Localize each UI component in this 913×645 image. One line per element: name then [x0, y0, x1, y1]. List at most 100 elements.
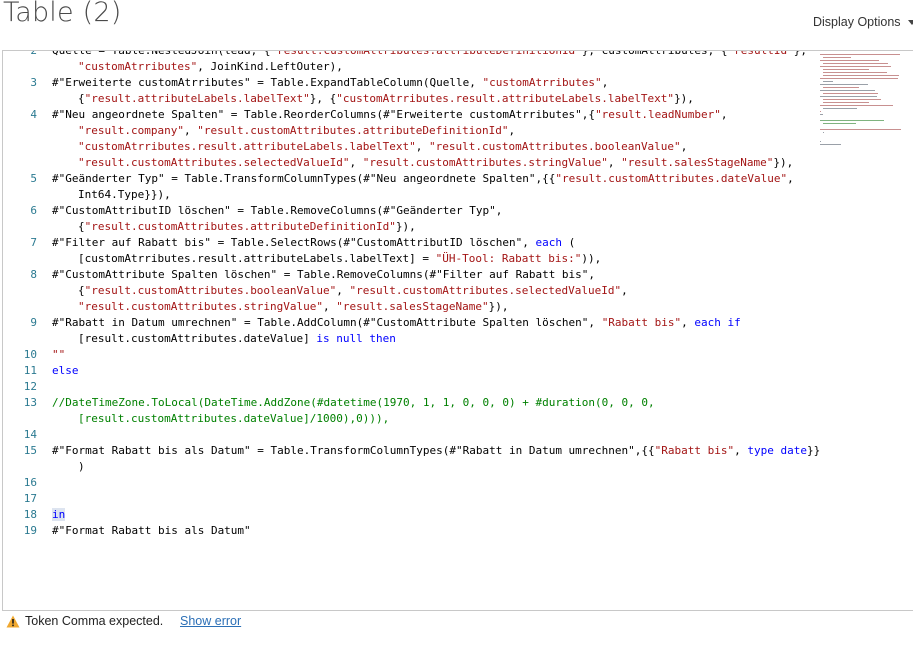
minimap-line: [823, 63, 888, 64]
code-token: }),: [395, 220, 416, 233]
code-lines: 2 Quelle = Table.NestedJoin(lead, {"resul…: [3, 50, 821, 539]
code-line[interactable]: 18 in: [3, 507, 818, 523]
code-token: "Rabatt bis": [654, 444, 735, 457]
code-text: [result.customAttributes.dateValue]/1000…: [78, 411, 389, 427]
code-token: }),: [773, 156, 794, 169]
code-line[interactable]: 16: [3, 475, 818, 491]
code-line[interactable]: [customAtrributes.result.attributeLabels…: [3, 251, 818, 267]
line-number: 19: [23, 524, 37, 537]
code-line[interactable]: [result.customAttributes.dateValue]/1000…: [3, 411, 818, 427]
code-token: ,: [734, 444, 748, 457]
code-line[interactable]: 15 #"Format Rabatt bis als Datum" = Table…: [3, 443, 821, 459]
code-editor[interactable]: 2 Quelle = Table.NestedJoin(lead, {"resul…: [2, 50, 913, 611]
line-number: 3: [30, 76, 37, 89]
code-token: in: [52, 508, 66, 521]
code-token: [result.customAttributes.dateValue]/1000…: [78, 412, 390, 425]
code-token: //DateTimeZone.ToLocal(DateTime.AddZone(…: [52, 396, 655, 409]
minimap[interactable]: [818, 51, 913, 145]
code-token: , JoinKind.LeftOuter),: [197, 60, 343, 73]
code-line[interactable]: {"result.customAttributes.booleanValue",…: [3, 283, 818, 299]
code-text: "customAtrributes.result.attributeLabels…: [78, 139, 687, 155]
code-token: ,: [323, 300, 337, 313]
minimap-line: [820, 54, 900, 55]
minimap-line: [820, 78, 898, 79]
code-line[interactable]: 6 #"CustomAttributID löschen" = Table.Rem…: [3, 203, 818, 219]
code-token: "customAtrributes": [482, 76, 602, 89]
minimap-line: [820, 66, 891, 67]
code-text: else: [52, 363, 79, 379]
code-line[interactable]: 2 Quelle = Table.NestedJoin(lead, {"resul…: [3, 50, 818, 59]
code-line[interactable]: 11 else: [3, 363, 818, 379]
code-text: #"CustomAttributID löschen" = Table.Remo…: [52, 203, 502, 219]
code-line[interactable]: 3 #"Erweiterte customAtrributes" = Table.…: [3, 75, 818, 91]
line-number: 12: [23, 380, 37, 393]
code-text: "": [52, 347, 65, 363]
minimap-line: [823, 93, 878, 94]
line-number: 6: [30, 204, 37, 217]
code-token: [result.customAttributes.dateValue]: [78, 332, 317, 345]
minimap-line: [820, 90, 875, 91]
show-error-link[interactable]: Show error: [180, 614, 241, 628]
code-token: each: [535, 236, 562, 249]
code-token: "result.company": [78, 124, 184, 137]
code-text: #"Filter auf Rabatt bis" = Table.SelectR…: [52, 235, 575, 251]
code-line[interactable]: 10 "": [3, 347, 818, 363]
code-token: "Rabatt bis": [601, 316, 682, 329]
code-line[interactable]: 14: [3, 427, 818, 443]
line-number: 17: [23, 492, 37, 505]
code-line[interactable]: 5 #"Geänderter Typ" = Table.TransformColu…: [3, 171, 818, 187]
minimap-line: [823, 87, 859, 88]
code-token: ,: [681, 316, 695, 329]
code-line[interactable]: 7 #"Filter auf Rabatt bis" = Table.Select…: [3, 235, 818, 251]
code-token: },: [793, 50, 807, 57]
code-line[interactable]: "result.company", "result.customAttribut…: [3, 123, 818, 139]
minimap-line: [823, 102, 869, 103]
code-text: "result.customAttributes.stringValue", "…: [78, 299, 509, 315]
minimap-line: [820, 111, 821, 112]
code-text: #"Neu angeordnete Spalten" = Table.Reord…: [52, 107, 728, 123]
code-token: "customAtrributes.result.attributeLabels…: [78, 140, 416, 153]
code-line[interactable]: "customAtrributes.result.attributeLabels…: [3, 139, 818, 155]
code-line[interactable]: ): [3, 459, 818, 475]
code-token: "result.salesStageName": [621, 156, 774, 169]
minimap-line: [820, 96, 877, 97]
code-token: is null then: [316, 332, 396, 345]
code-line[interactable]: 12: [3, 379, 818, 395]
code-line[interactable]: 13 //DateTimeZone.ToLocal(DateTime.AddZon…: [3, 395, 818, 411]
code-line[interactable]: Int64.Type}}),: [3, 187, 818, 203]
code-token: #"Neu angeordnete Spalten" = Table.Reord…: [52, 108, 596, 121]
code-line[interactable]: "result.customAttributes.stringValue", "…: [3, 299, 818, 315]
line-number: 5: [30, 172, 37, 185]
minimap-line: [823, 132, 824, 133]
code-line[interactable]: 9 #"Rabatt in Datum umrechnen" = Table.Ad…: [3, 315, 818, 331]
code-line[interactable]: 19 #"Format Rabatt bis als Datum": [3, 523, 818, 539]
code-token: ,: [349, 156, 363, 169]
code-line[interactable]: 4 #"Neu angeordnete Spalten" = Table.Reor…: [3, 107, 818, 123]
code-text: #"Rabatt in Datum umrechnen" = Table.Add…: [52, 315, 741, 331]
code-token: #"Geänderter Typ" = Table.TransformColum…: [52, 172, 556, 185]
code-line[interactable]: {"result.attributeLabels.labelText"}, {"…: [3, 91, 818, 107]
code-token: #"Format Rabatt bis als Datum": [52, 524, 251, 537]
code-line[interactable]: 17: [3, 491, 818, 507]
code-token: }}: [807, 444, 821, 457]
code-token: }),: [488, 300, 509, 313]
code-token: "result.customAttributes.attributeDefini…: [197, 124, 509, 137]
display-options-button[interactable]: Display Options: [813, 15, 913, 29]
code-token: "result.customAttributes.attributeDefini…: [270, 50, 582, 57]
code-token: )),: [581, 252, 602, 265]
code-token: "result.customAttributes.selectedValueId…: [78, 156, 350, 169]
code-line[interactable]: [result.customAttributes.dateValue] is n…: [3, 331, 818, 347]
chevron-down-icon: [907, 20, 913, 26]
code-line[interactable]: "customAtrributes", JoinKind.LeftOuter),: [3, 59, 818, 75]
code-line[interactable]: 8 #"CustomAttribute Spalten löschen" = Ta…: [3, 267, 818, 283]
code-token: [customAtrributes.result.attributeLabels…: [78, 252, 436, 265]
code-text: #"Format Rabatt bis als Datum" = Table.T…: [52, 443, 820, 459]
code-text: {"result.customAttributes.attributeDefin…: [78, 219, 416, 235]
code-token: ,: [621, 284, 628, 297]
code-line[interactable]: {"result.customAttributes.attributeDefin…: [3, 219, 818, 235]
code-token: "customAtrributes.result.attributeLabels…: [336, 92, 675, 105]
code-token: #"Format Rabatt bis als Datum" = Table.T…: [52, 444, 655, 457]
minimap-line: [820, 141, 821, 142]
code-line[interactable]: "result.customAttributes.selectedValueId…: [3, 155, 818, 171]
code-text: Int64.Type}}),: [78, 187, 171, 203]
